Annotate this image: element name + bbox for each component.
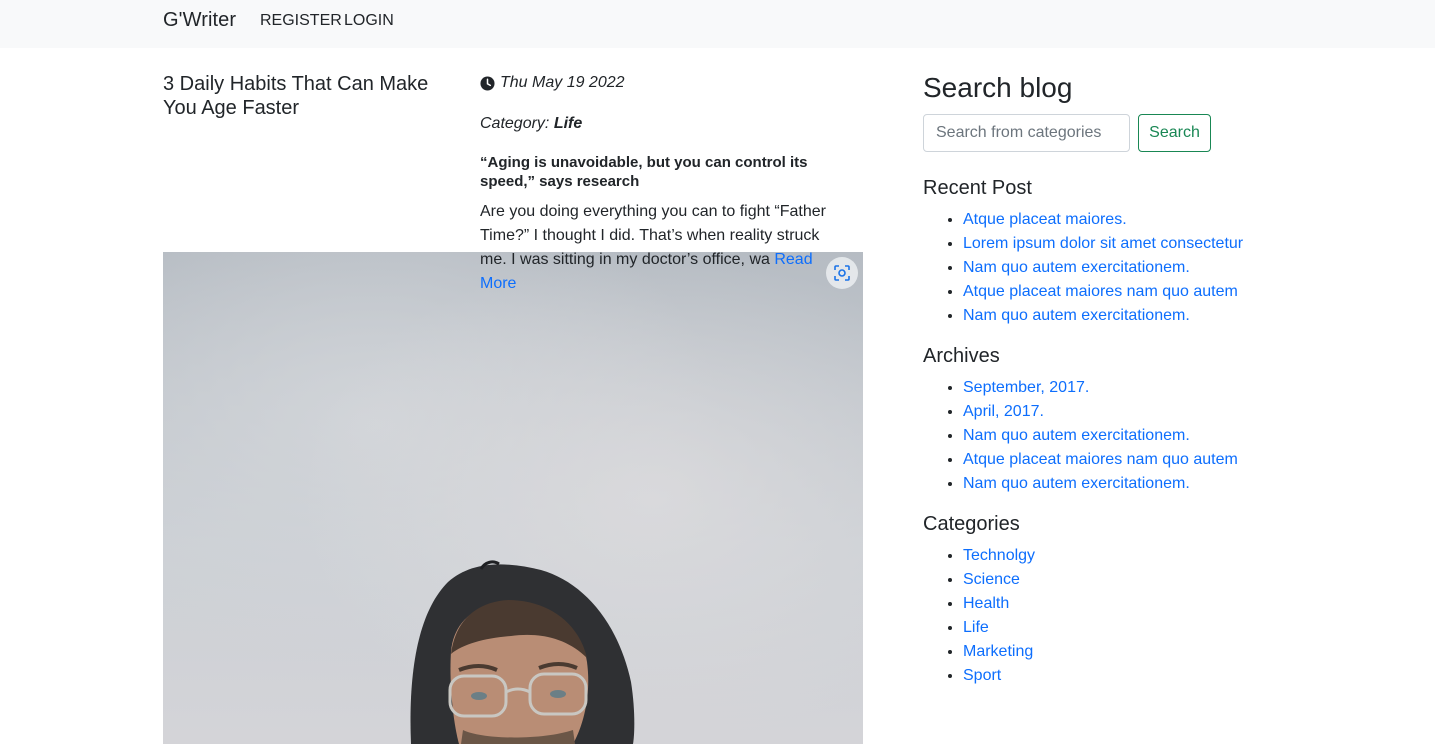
recent-post-list: Atque placeat maiores. Lorem ipsum dolor… [963,208,1243,328]
archive-link[interactable]: September, 2017. [963,379,1089,396]
search-heading: Search blog [923,72,1073,103]
list-item: Technolgy [963,544,1035,568]
post-category: Category: Life [480,115,582,133]
list-item: Life [963,616,1035,640]
list-item: Nam quo autem exercitationem. [963,472,1238,496]
post-date-text: Thu May 19 2022 [500,74,625,91]
post-image [163,252,863,744]
archive-link[interactable]: April, 2017. [963,403,1044,420]
clock-icon [480,75,495,91]
archive-link[interactable]: Nam quo autem exercitationem. [963,427,1190,444]
category-link[interactable]: Sport [963,667,1001,684]
category-link[interactable]: Technolgy [963,547,1035,564]
category-label: Category: [480,115,550,132]
navbar: G'Writer REGISTER LOGIN [0,0,1435,48]
categories-title: Categories [923,513,1020,535]
brand-link[interactable]: G'Writer [163,9,236,32]
list-item: Nam quo autem exercitationem. [963,256,1243,280]
recent-post-title: Recent Post [923,177,1032,199]
search-button[interactable]: Search [1138,114,1211,152]
search-input[interactable] [923,114,1130,152]
recent-post-link[interactable]: Nam quo autem exercitationem. [963,307,1190,324]
category-link[interactable]: Marketing [963,643,1033,660]
recent-post-link[interactable]: Nam quo autem exercitationem. [963,259,1190,276]
recent-post-link[interactable]: Lorem ipsum dolor sit amet consectetur [963,235,1243,252]
list-item: Health [963,592,1035,616]
list-item: Lorem ipsum dolor sit amet consectetur [963,232,1243,256]
post-date: Thu May 19 2022 [480,74,625,92]
register-link[interactable]: REGISTER [260,12,342,30]
archives-list: September, 2017. April, 2017. Nam quo au… [963,376,1238,496]
post-excerpt: Are you doing everything you can to figh… [480,200,840,296]
list-item: Atque placeat maiores nam quo autem [963,448,1238,472]
archives-title: Archives [923,345,1000,367]
list-item: Nam quo autem exercitationem. [963,424,1238,448]
list-item: Science [963,568,1035,592]
login-link[interactable]: LOGIN [344,12,394,30]
category-value: Life [553,115,583,132]
list-item: September, 2017. [963,376,1238,400]
post-subtitle: “Aging is unavoidable, but you can contr… [480,154,808,190]
recent-post-link[interactable]: Atque placeat maiores. [963,211,1127,228]
category-link[interactable]: Science [963,571,1020,588]
portrait-illustration [163,252,863,744]
list-item: Sport [963,664,1035,688]
list-item: April, 2017. [963,400,1238,424]
category-link[interactable]: Health [963,595,1009,612]
list-item: Atque placeat maiores. [963,208,1243,232]
recent-post-link[interactable]: Atque placeat maiores nam quo autem [963,283,1238,300]
archive-link[interactable]: Nam quo autem exercitationem. [963,475,1190,492]
list-item: Nam quo autem exercitationem. [963,304,1243,328]
list-item: Atque placeat maiores nam quo autem [963,280,1243,304]
post-title: 3 Daily Habits That Can Make You Age Fas… [163,73,429,119]
category-link[interactable]: Life [963,619,989,636]
categories-list: Technolgy Science Health Life Marketing … [963,544,1035,688]
archive-link[interactable]: Atque placeat maiores nam quo autem [963,451,1238,468]
list-item: Marketing [963,640,1035,664]
